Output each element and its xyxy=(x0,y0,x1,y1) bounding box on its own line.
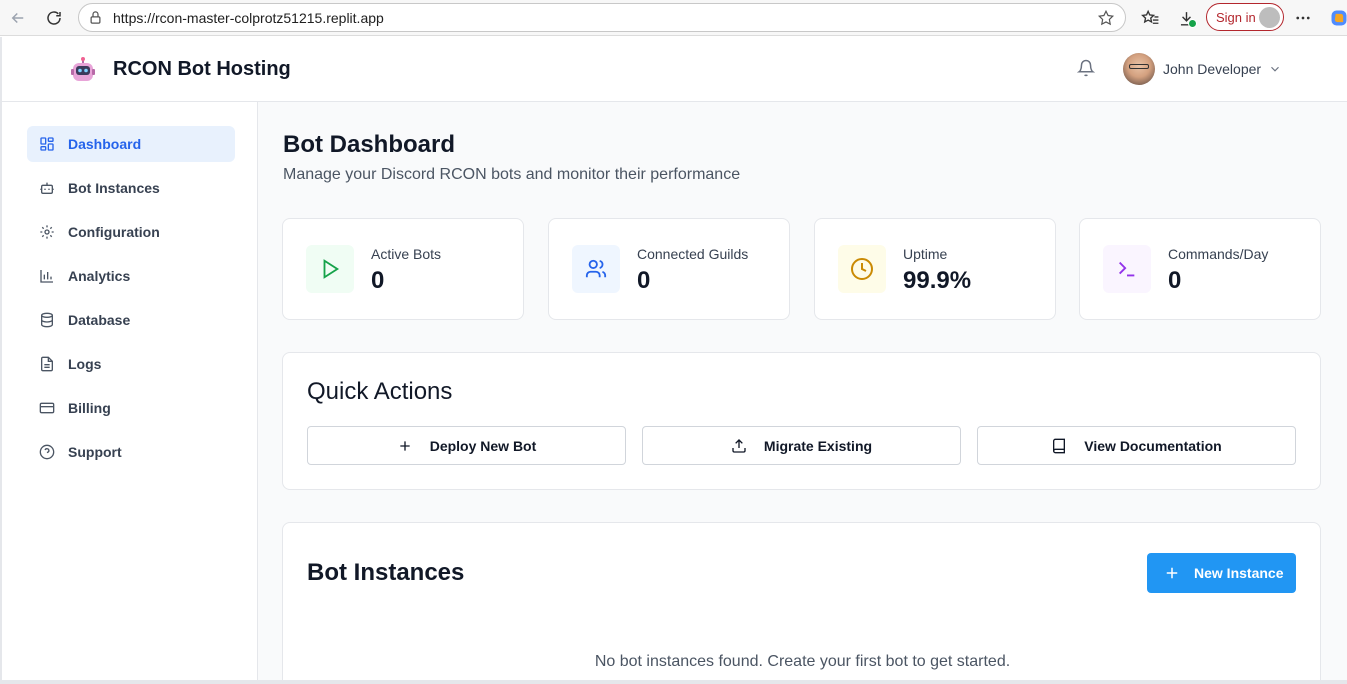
sidebar-item-label: Billing xyxy=(68,400,111,416)
favorite-star-icon[interactable] xyxy=(1097,9,1115,27)
file-text-icon xyxy=(41,356,53,372)
deploy-new-bot-button[interactable]: Deploy New Bot xyxy=(307,426,626,465)
upload-icon xyxy=(732,438,746,453)
lock-icon xyxy=(90,11,101,24)
button-label: Migrate Existing xyxy=(763,437,873,454)
downloads-button[interactable] xyxy=(1174,6,1198,30)
ellipsis-icon xyxy=(1296,16,1310,20)
sidebar-item-database[interactable]: Database xyxy=(27,302,235,338)
stat-icon-box xyxy=(838,245,886,293)
sidebar-item-analytics[interactable]: Analytics xyxy=(27,258,235,294)
sidebar-item-label: Bot Instances xyxy=(68,180,160,196)
users-icon xyxy=(585,259,607,278)
plus-icon xyxy=(400,440,410,451)
more-menu-button[interactable] xyxy=(1291,6,1315,30)
layout-grid-icon xyxy=(40,137,54,151)
window-bottom-edge xyxy=(0,680,1347,684)
plus-icon xyxy=(1166,567,1178,579)
sidebar-item-label: Dashboard xyxy=(68,136,142,152)
reload-icon xyxy=(47,11,61,25)
address-bar[interactable]: https://rcon-master-colprotz51215.replit… xyxy=(78,3,1126,32)
button-label: View Documentation xyxy=(1084,437,1222,454)
stat-card-active-bots: Active Bots 0 xyxy=(282,218,524,320)
view-documentation-button[interactable]: View Documentation xyxy=(977,426,1296,465)
stat-label: Connected Guilds xyxy=(637,246,749,262)
sidebar-item-dashboard[interactable]: Dashboard xyxy=(27,126,235,162)
database-icon xyxy=(41,312,53,328)
stat-card-connected-guilds: Connected Guilds 0 xyxy=(548,218,790,320)
gear-icon xyxy=(40,225,54,239)
stat-card-commands-per-day: Commands/Day 0 xyxy=(1079,218,1321,320)
favorites-list-icon xyxy=(1140,9,1158,24)
user-avatar[interactable] xyxy=(1123,53,1155,85)
stat-value: 0 xyxy=(371,267,385,294)
sidebar-item-bot-instances[interactable]: Bot Instances xyxy=(27,170,235,206)
bell-icon[interactable] xyxy=(1077,59,1095,77)
sidebar-item-logs[interactable]: Logs xyxy=(27,346,235,382)
button-label: Deploy New Bot xyxy=(429,437,537,454)
browser-toolbar: https://rcon-master-colprotz51215.replit… xyxy=(0,0,1347,36)
app-header: RCON Bot Hosting John Developer xyxy=(0,37,1347,102)
stat-card-uptime: Uptime 99.9% xyxy=(814,218,1056,320)
page-title: Bot Dashboard xyxy=(283,131,456,158)
sign-in-label: Sign in xyxy=(1216,10,1256,25)
quick-actions-card: Quick Actions Deploy New Bot Migrate Exi… xyxy=(282,352,1321,490)
quick-actions-title: Quick Actions xyxy=(307,378,453,405)
stat-label: Commands/Day xyxy=(1168,246,1269,262)
migrate-existing-button[interactable]: Migrate Existing xyxy=(642,426,961,465)
url-text: https://rcon-master-colprotz51215.replit… xyxy=(113,10,384,26)
stat-label: Uptime xyxy=(903,246,948,262)
copilot-button[interactable] xyxy=(1327,6,1347,30)
sidebar-item-label: Database xyxy=(68,312,131,328)
button-label: New Instance xyxy=(1194,565,1284,581)
main-content: Bot Dashboard Manage your Discord RCON b… xyxy=(258,102,1347,684)
sidebar-item-label: Logs xyxy=(68,356,102,372)
back-button[interactable] xyxy=(6,6,30,30)
stat-icon-box xyxy=(572,245,620,293)
bot-icon xyxy=(40,182,54,194)
sidebar: Dashboard Bot Instances Configuration An… xyxy=(0,102,258,684)
page-subtitle: Manage your Discord RCON bots and monito… xyxy=(283,166,741,183)
bot-instances-title: Bot Instances xyxy=(307,559,465,586)
arrow-left-icon xyxy=(11,12,24,24)
play-icon xyxy=(323,259,340,279)
profile-avatar-icon xyxy=(1259,7,1280,28)
sidebar-item-label: Analytics xyxy=(68,268,131,284)
stat-label: Active Bots xyxy=(371,246,442,262)
sidebar-item-label: Support xyxy=(68,444,122,460)
brand-title: RCON Bot Hosting xyxy=(113,58,291,80)
user-name[interactable]: John Developer xyxy=(1163,61,1261,77)
bot-instances-card: Bot Instances New Instance No bot instan… xyxy=(282,522,1321,684)
robot-logo-icon xyxy=(71,57,95,81)
stat-value: 0 xyxy=(1168,267,1182,294)
new-instance-button[interactable]: New Instance xyxy=(1147,553,1296,593)
stat-value: 0 xyxy=(637,267,651,294)
download-complete-badge xyxy=(1188,19,1197,28)
sidebar-item-configuration[interactable]: Configuration xyxy=(27,214,235,250)
stat-value: 99.9% xyxy=(903,267,972,294)
terminal-icon xyxy=(1119,261,1135,277)
help-circle-icon xyxy=(39,444,55,460)
stat-icon-box xyxy=(1103,245,1151,293)
book-icon xyxy=(1053,438,1066,453)
copilot-icon xyxy=(1331,10,1347,26)
sidebar-item-support[interactable]: Support xyxy=(27,434,235,470)
sidebar-item-billing[interactable]: Billing xyxy=(27,390,235,426)
sign-in-button[interactable]: Sign in xyxy=(1206,3,1284,31)
empty-state-message: No bot instances found. Create your firs… xyxy=(594,653,1011,670)
stat-icon-box xyxy=(306,245,354,293)
sidebar-item-label: Configuration xyxy=(68,224,160,240)
reload-button[interactable] xyxy=(42,6,66,30)
favorites-button[interactable] xyxy=(1138,6,1162,30)
clock-icon xyxy=(851,258,873,280)
bar-chart-icon xyxy=(40,270,53,283)
credit-card-icon xyxy=(39,402,55,414)
chevron-down-icon[interactable] xyxy=(1268,62,1282,76)
